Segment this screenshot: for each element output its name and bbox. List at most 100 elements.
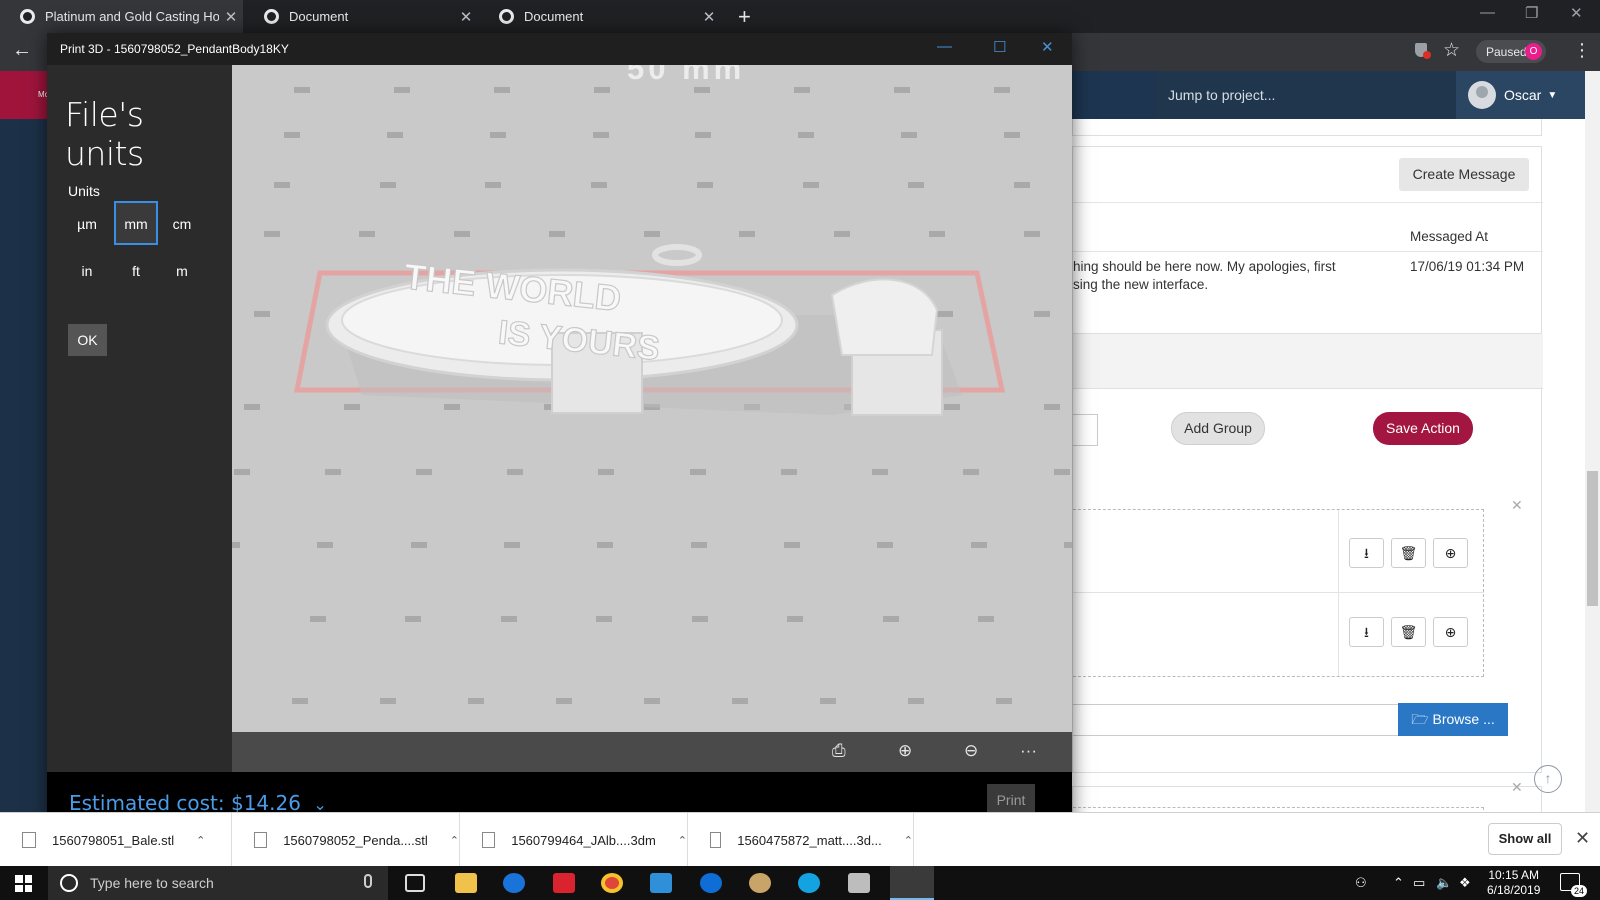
zoom-in-icon[interactable]: ⊕ xyxy=(1433,538,1468,568)
skype-icon[interactable] xyxy=(798,873,820,893)
jump-to-project-input[interactable]: Jump to project... xyxy=(1156,71,1456,119)
browser-menu-icon[interactable]: ⋮ xyxy=(1573,40,1591,61)
download-filename: 1560475872_matt....3d... xyxy=(737,832,882,848)
dropbox-icon[interactable]: ❖ xyxy=(1459,875,1471,891)
trash-icon[interactable]: 🗑 xyxy=(1391,617,1426,647)
group-name-input[interactable] xyxy=(1073,414,1098,446)
close-window-icon[interactable]: ✕ xyxy=(1041,38,1054,56)
unit-millimeter-button[interactable]: mm xyxy=(114,201,158,245)
browser-tab-casting[interactable]: Platinum and Gold Casting Hous ✕ xyxy=(0,0,243,33)
close-icon[interactable]: ✕ xyxy=(1575,828,1590,849)
system-clock[interactable]: 10:15 AM 6/18/2019 xyxy=(1487,868,1540,898)
zoom-out-icon[interactable]: ⊖ xyxy=(964,741,978,761)
download-item[interactable]: 1560798051_Bale.stl ⌃ xyxy=(0,813,232,867)
model-preview[interactable]: THE WORLD IS YOURS xyxy=(232,65,1072,732)
zoom-in-icon[interactable]: ⊕ xyxy=(898,741,912,761)
show-all-button[interactable]: Show all xyxy=(1488,823,1562,855)
file-drop-zone[interactable]: ⭳ 🗑 ⊕ ⭳ 🗑 ⊕ xyxy=(1073,509,1484,677)
browse-button[interactable]: 🗁 Browse ... xyxy=(1398,703,1508,736)
close-window-icon[interactable]: ✕ xyxy=(1570,4,1583,22)
create-message-button[interactable]: Create Message xyxy=(1399,158,1529,191)
site-logo[interactable]: Mc xyxy=(0,71,49,119)
close-tab-icon[interactable]: ✕ xyxy=(697,8,721,26)
trash-icon[interactable]: 🗑 xyxy=(1391,538,1426,568)
scrollbar-thumb[interactable] xyxy=(1587,471,1598,606)
microphone-icon[interactable] xyxy=(364,874,372,888)
download-icon[interactable]: ⭳ xyxy=(1349,617,1384,647)
extension-shield-icon[interactable] xyxy=(1415,43,1431,59)
ok-button[interactable]: OK xyxy=(68,324,107,356)
user-menu[interactable]: Oscar ▼ xyxy=(1456,71,1586,119)
chevron-down-icon: ▼ xyxy=(1547,89,1558,101)
print3d-taskbar-icon[interactable] xyxy=(890,866,934,900)
browser-tab-document-1[interactable]: Document ✕ xyxy=(244,0,478,33)
bookmark-star-icon[interactable]: ☆ xyxy=(1443,39,1460,62)
units-side-panel: File's units Units µm mm cm in ft m OK xyxy=(47,65,232,756)
unit-meter-button[interactable]: m xyxy=(160,248,204,292)
file-path-input[interactable] xyxy=(1073,704,1403,736)
tab-title: Document xyxy=(524,9,584,24)
file-icon xyxy=(22,832,36,848)
more-icon[interactable]: ··· xyxy=(1020,741,1037,761)
chevron-up-icon[interactable]: ⌃ xyxy=(196,834,205,847)
minimize-icon[interactable]: — xyxy=(937,38,952,55)
action-center-icon[interactable]: 24 xyxy=(1560,873,1587,897)
viewport-toolbar: ⎙ ⊕ ⊖ ··· xyxy=(232,732,1072,772)
chrome-icon[interactable] xyxy=(601,873,623,893)
download-item[interactable]: 1560799464_JAlb....3dm ⌃ xyxy=(460,813,688,867)
paint-icon[interactable] xyxy=(749,873,771,893)
printer-view-icon[interactable]: ⎙ xyxy=(832,741,846,761)
download-item[interactable]: 1560798052_Penda....stl ⌃ xyxy=(232,813,460,867)
unit-foot-button[interactable]: ft xyxy=(114,248,158,292)
maximize-icon[interactable]: ☐ xyxy=(993,38,1006,56)
message-card-top xyxy=(1072,119,1542,136)
network-icon[interactable]: ▭ xyxy=(1413,875,1425,891)
download-item[interactable]: 1560475872_matt....3d... ⌃ xyxy=(688,813,914,867)
remote-desktop-icon[interactable] xyxy=(650,873,672,893)
chevron-up-icon[interactable]: ⌃ xyxy=(450,834,459,847)
task-view-icon[interactable] xyxy=(405,874,425,892)
minimize-icon[interactable]: — xyxy=(1480,4,1495,21)
back-arrow-icon[interactable]: ← xyxy=(12,39,32,62)
tab-title: Platinum and Gold Casting Hous xyxy=(45,9,219,24)
message-text-line1: hing should be here now. My apologies, f… xyxy=(1073,259,1336,274)
folder-icon: 🗁 xyxy=(1411,711,1429,727)
page-scrollbar[interactable] xyxy=(1585,71,1600,812)
chevron-up-icon[interactable]: ⌃ xyxy=(904,834,913,847)
edge-icon[interactable] xyxy=(503,873,525,893)
unit-inch-button[interactable]: in xyxy=(65,248,109,292)
new-tab-button[interactable]: + xyxy=(738,4,751,30)
divider xyxy=(1073,202,1543,203)
restore-icon[interactable]: ❐ xyxy=(1525,4,1538,22)
download-filename: 1560799464_JAlb....3dm xyxy=(511,832,656,848)
rhino-icon[interactable] xyxy=(848,873,870,893)
file-explorer-icon[interactable] xyxy=(455,873,477,893)
volume-icon[interactable]: 🔈 xyxy=(1436,875,1452,891)
messaged-at-header: Messaged At xyxy=(1410,229,1489,244)
people-icon[interactable]: ⚇ xyxy=(1355,875,1367,891)
teamviewer-icon[interactable] xyxy=(700,873,722,893)
show-hidden-icons[interactable]: ⌃ xyxy=(1393,875,1404,891)
close-icon[interactable]: ✕ xyxy=(1511,779,1523,796)
scroll-to-top-icon[interactable]: ↑ xyxy=(1534,765,1562,793)
close-tab-icon[interactable]: ✕ xyxy=(454,8,478,26)
chevron-up-icon[interactable]: ⌃ xyxy=(678,834,687,847)
zoom-in-icon[interactable]: ⊕ xyxy=(1433,617,1468,647)
action-panel-header xyxy=(1073,334,1543,389)
3d-viewport[interactable]: 50 mm THE WORLD IS YOURS xyxy=(232,65,1072,732)
add-group-button[interactable]: Add Group xyxy=(1171,412,1265,445)
unit-centimeter-button[interactable]: cm xyxy=(160,201,204,245)
browser-tab-document-2[interactable]: Document ✕ xyxy=(479,0,721,33)
next-panel: ✕ xyxy=(1072,779,1542,812)
pendant-loop xyxy=(652,244,702,266)
taskbar-search-box[interactable]: Type here to search xyxy=(48,866,388,900)
acrobat-icon[interactable] xyxy=(553,873,575,893)
save-action-button[interactable]: Save Action xyxy=(1373,412,1473,445)
windows-start-icon[interactable] xyxy=(15,875,32,892)
profile-paused-button[interactable]: Paused O xyxy=(1476,40,1546,63)
unit-micrometer-button[interactable]: µm xyxy=(65,201,109,245)
close-icon[interactable]: ✕ xyxy=(1511,497,1523,514)
avatar xyxy=(1468,81,1496,109)
close-tab-icon[interactable]: ✕ xyxy=(219,8,243,26)
download-icon[interactable]: ⭳ xyxy=(1349,538,1384,568)
